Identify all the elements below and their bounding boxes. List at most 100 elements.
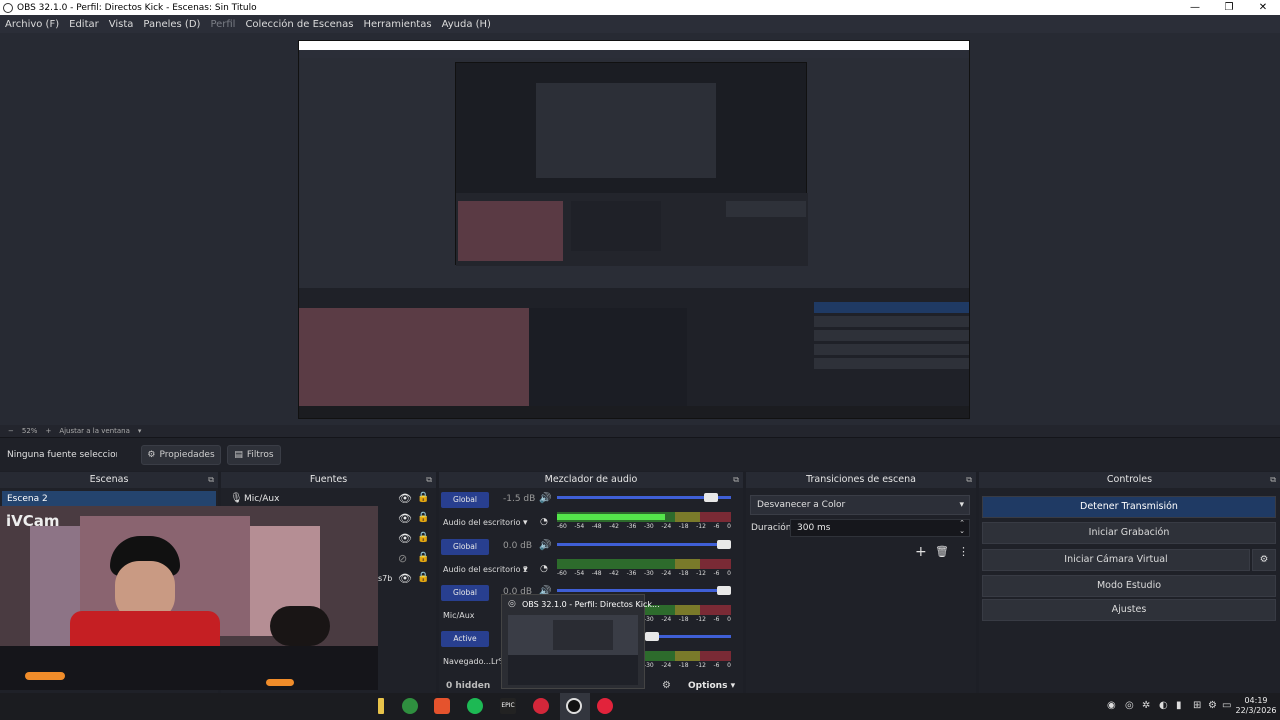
- sources-dock-title: Fuentes ⧉: [221, 472, 436, 488]
- volume-slider[interactable]: [557, 586, 731, 595]
- lock-icon[interactable]: 🔒: [417, 512, 429, 523]
- chevron-down-icon[interactable]: ▾: [138, 427, 142, 435]
- add-transition-button[interactable]: +: [915, 544, 927, 560]
- studio-mode-button[interactable]: Modo Estudio: [982, 575, 1276, 597]
- eye-hidden-icon[interactable]: ⊘: [398, 552, 407, 565]
- stop-streaming-button[interactable]: Detener Transmisión: [982, 496, 1276, 518]
- close-button[interactable]: ✕: [1246, 0, 1280, 15]
- channel-settings-icon[interactable]: ◔: [540, 564, 548, 574]
- monitor-badge[interactable]: Active: [441, 631, 489, 647]
- start-recording-button[interactable]: Iniciar Grabación: [982, 522, 1276, 544]
- trash-icon[interactable]: 🗑: [935, 545, 949, 558]
- lock-icon[interactable]: 🔒: [417, 552, 429, 563]
- obs-taskbar-button[interactable]: [560, 693, 590, 720]
- lock-icon[interactable]: 🔒: [417, 572, 429, 583]
- volume-slider[interactable]: [557, 540, 731, 549]
- meter-tick-label: -12: [696, 523, 706, 530]
- undock-icon[interactable]: ⧉: [1270, 472, 1276, 488]
- zoom-in-button[interactable]: +: [45, 427, 51, 435]
- level-meter: [557, 559, 731, 569]
- meter-tick-label: -18: [678, 616, 689, 623]
- monitor-badge[interactable]: Global: [441, 585, 489, 601]
- speaker-icon[interactable]: 🔊: [539, 493, 551, 504]
- recording-app-icon[interactable]: [597, 698, 613, 714]
- stepper-icon[interactable]: ⌃ ⌄: [959, 519, 965, 535]
- zoom-fit-select[interactable]: Ajustar a la ventana: [59, 427, 130, 435]
- eye-icon[interactable]: 👁: [398, 492, 412, 505]
- monitor-badge[interactable]: Global: [441, 539, 489, 555]
- settings-tray-icon[interactable]: ⚙: [1208, 700, 1217, 711]
- chevron-down-icon[interactable]: ▾: [523, 565, 528, 575]
- lock-icon[interactable]: 🔒: [417, 492, 429, 503]
- app-icon[interactable]: [402, 698, 418, 714]
- tray-app-icon[interactable]: ▮: [1176, 700, 1182, 711]
- no-source-label: Ninguna fuente seleccionada: [7, 450, 117, 460]
- volume-knob[interactable]: [717, 586, 731, 595]
- spotify-icon[interactable]: [467, 698, 483, 714]
- transition-select[interactable]: Desvanecer a Color ▾: [750, 495, 970, 515]
- window-title: OBS 32.1.0 - Perfil: Directos Kick - Esc…: [17, 2, 257, 13]
- mixer-settings-icon[interactable]: ⚙: [662, 680, 671, 691]
- options-button[interactable]: Options ▾: [688, 681, 735, 691]
- hidden-count[interactable]: 0 hidden: [446, 681, 490, 691]
- minimize-button[interactable]: —: [1178, 0, 1212, 15]
- menu-profile[interactable]: Perfil: [205, 19, 240, 30]
- scene-item[interactable]: Escena 2: [2, 491, 216, 507]
- menu-edit[interactable]: Editar: [64, 19, 104, 30]
- meter-ticks: -60-54-48-42-36-30-24-18-12-60: [557, 523, 731, 530]
- clock[interactable]: 04:19 22/3/2026: [1235, 696, 1277, 716]
- tray-app-icon[interactable]: ◎: [1125, 700, 1134, 711]
- undock-icon[interactable]: ⧉: [426, 472, 432, 488]
- virtual-camera-settings-icon[interactable]: ⚙: [1252, 549, 1276, 571]
- volume-slider[interactable]: [557, 493, 731, 502]
- meter-tick-label: -24: [661, 616, 672, 623]
- menu-help[interactable]: Ayuda (H): [437, 19, 496, 30]
- volume-knob[interactable]: [717, 540, 731, 549]
- tray-app-icon[interactable]: ⊞: [1193, 700, 1201, 711]
- duration-input[interactable]: 300 ms ⌃ ⌄: [790, 519, 970, 537]
- settings-button[interactable]: Ajustes: [982, 599, 1276, 621]
- maximize-button[interactable]: ❐: [1212, 0, 1246, 15]
- eye-icon[interactable]: 👁: [398, 532, 412, 545]
- obs-tray-icon[interactable]: ◉: [1107, 700, 1116, 711]
- undock-icon[interactable]: ⧉: [733, 472, 739, 488]
- menu-view[interactable]: Vista: [104, 19, 139, 30]
- source-label: Mic/Aux: [244, 494, 280, 504]
- menu-docks[interactable]: Paneles (D): [138, 19, 205, 30]
- start-virtual-camera-button[interactable]: Iniciar Cámara Virtual: [982, 549, 1250, 571]
- channel-settings-icon[interactable]: ◔: [540, 517, 548, 527]
- filters-button[interactable]: ▤ Filtros: [227, 445, 281, 465]
- monitor-badge[interactable]: Global: [441, 492, 489, 508]
- properties-button[interactable]: ⚙ Propiedades: [141, 445, 221, 465]
- volume-knob[interactable]: [704, 493, 719, 502]
- meter-tick-label: -24: [661, 523, 672, 530]
- file-explorer-icon[interactable]: [378, 698, 384, 714]
- tray-app-icon[interactable]: ✲: [1142, 700, 1150, 711]
- epic-games-icon[interactable]: EPIC: [500, 698, 516, 714]
- browser-icon[interactable]: [533, 698, 549, 714]
- webcam-overlay: iVCam: [0, 506, 378, 690]
- chevron-down-icon[interactable]: ▾: [523, 518, 528, 528]
- network-icon[interactable]: ▭: [1222, 700, 1231, 711]
- more-options-icon[interactable]: ⋮: [958, 545, 969, 558]
- nested-docks: [299, 288, 969, 418]
- lock-icon[interactable]: 🔒: [417, 532, 429, 543]
- taskbar-preview-popup[interactable]: ◎ OBS 32.1.0 - Perfil: Directos Kick...: [501, 594, 660, 689]
- gear-icon: ⚙: [147, 450, 156, 460]
- meter-tick-label: 0: [727, 616, 731, 623]
- controls-title: Controles ⧉: [979, 472, 1280, 488]
- eye-icon[interactable]: 👁: [398, 512, 412, 525]
- menu-tools[interactable]: Herramientas: [358, 19, 436, 30]
- eye-icon[interactable]: 👁: [398, 572, 412, 585]
- brave-icon[interactable]: [434, 698, 450, 714]
- menu-file[interactable]: Archivo (F): [0, 19, 64, 30]
- tray-app-icon[interactable]: ◐: [1159, 700, 1168, 711]
- speaker-icon[interactable]: 🔊: [539, 540, 551, 551]
- nested-canvas: [455, 62, 808, 266]
- undock-icon[interactable]: ⧉: [966, 472, 972, 488]
- preview-canvas[interactable]: [298, 40, 970, 419]
- menu-scene-collection[interactable]: Colección de Escenas: [240, 19, 358, 30]
- undock-icon[interactable]: ⧉: [208, 472, 214, 488]
- zoom-out-button[interactable]: −: [8, 427, 14, 435]
- volume-knob[interactable]: [645, 632, 659, 641]
